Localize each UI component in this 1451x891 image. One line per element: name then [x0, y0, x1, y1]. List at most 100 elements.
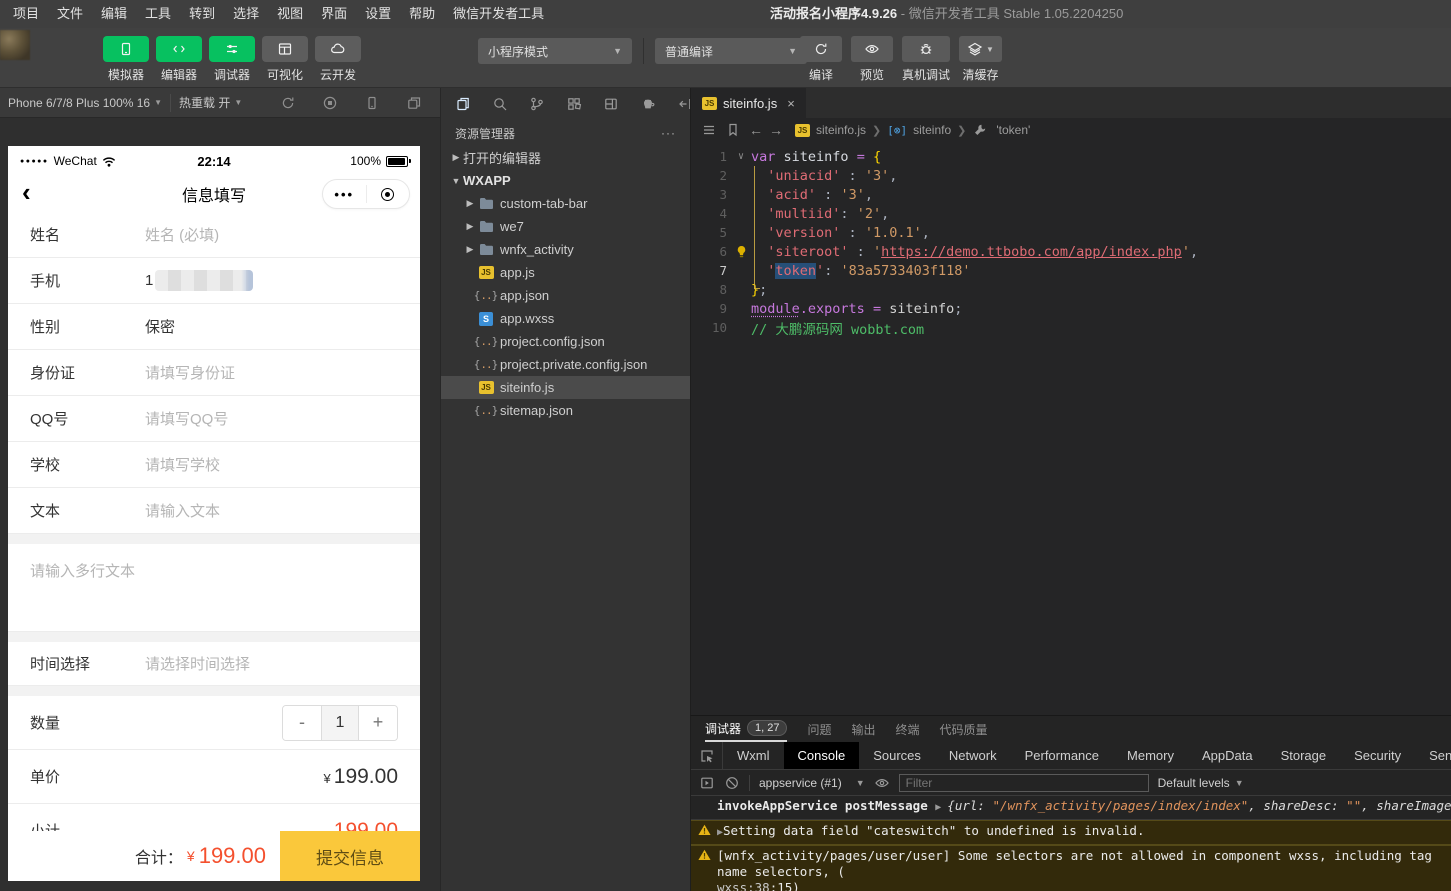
- breadcrumb-symbol[interactable]: siteinfo: [913, 123, 951, 137]
- project-root-node[interactable]: ▼ WXAPP: [441, 169, 690, 192]
- code-line-9[interactable]: 9module.exports = siteinfo;: [691, 299, 1451, 318]
- devtools-tab-appdata[interactable]: AppData: [1188, 742, 1267, 769]
- tree-item-project.private.config.json[interactable]: {..}project.private.config.json: [441, 353, 690, 376]
- menu-item-9[interactable]: 帮助: [400, 0, 444, 28]
- tree-item-we7[interactable]: ▶we7: [441, 215, 690, 238]
- debug-tab-问题[interactable]: 问题: [807, 716, 831, 742]
- cloud-dev-button[interactable]: 云开发: [315, 36, 361, 83]
- more-actions-button[interactable]: ···: [661, 126, 676, 140]
- back-button[interactable]: ‹: [22, 176, 31, 208]
- form-row-性别[interactable]: 性别保密: [8, 304, 420, 350]
- mode-select[interactable]: 小程序模式 ▼: [478, 38, 632, 64]
- tree-item-app.js[interactable]: JSapp.js: [441, 261, 690, 284]
- remote-debug-button[interactable]: 真机调试: [902, 36, 950, 83]
- log-levels-select[interactable]: Default levels ▼: [1158, 776, 1244, 790]
- devtools-tab-memory[interactable]: Memory: [1113, 742, 1188, 769]
- context-select[interactable]: appservice (#1) ▼: [759, 776, 865, 790]
- clear-console-icon[interactable]: [724, 775, 740, 791]
- console-message-2[interactable]: [wnfx_activity/pages/user/user] Some sel…: [691, 845, 1451, 891]
- devtools-tab-console[interactable]: Console: [784, 742, 860, 769]
- search-icon[interactable]: [492, 96, 508, 112]
- files-icon[interactable]: [455, 96, 471, 112]
- lightbulb-icon[interactable]: [731, 245, 751, 258]
- outline-icon[interactable]: [701, 122, 717, 138]
- menu-item-4[interactable]: 转到: [180, 0, 224, 28]
- tree-item-custom-tab-bar[interactable]: ▶custom-tab-bar: [441, 192, 690, 215]
- multiline-textarea[interactable]: 请输入多行文本: [8, 544, 420, 632]
- code-line-4[interactable]: 4 'multiid': '2',: [691, 204, 1451, 223]
- time-picker-row[interactable]: 时间选择 请选择时间选择: [8, 642, 420, 686]
- tree-item-siteinfo.js[interactable]: JSsiteinfo.js: [441, 376, 690, 399]
- devtools-tab-sources[interactable]: Sources: [859, 742, 935, 769]
- tree-item-app.json[interactable]: {..}app.json: [441, 284, 690, 307]
- inspect-element-icon[interactable]: [691, 742, 723, 769]
- devtools-tab-network[interactable]: Network: [935, 742, 1011, 769]
- menu-item-2[interactable]: 编辑: [92, 0, 136, 28]
- record-icon[interactable]: [322, 95, 338, 111]
- debug-tab-调试器[interactable]: 调试器1, 27: [705, 716, 787, 742]
- rotate-icon[interactable]: [280, 95, 296, 111]
- form-row-学校[interactable]: 学校请填写学校: [8, 442, 420, 488]
- tree-item-project.config.json[interactable]: {..}project.config.json: [441, 330, 690, 353]
- visualizer-button[interactable]: 可视化: [262, 36, 308, 83]
- show-sidebar-icon[interactable]: [699, 775, 715, 791]
- devtools-tab-wxml[interactable]: Wxml: [723, 742, 784, 769]
- console-message-0[interactable]: invokeAppService postMessage ▶ {url: "/w…: [691, 796, 1451, 820]
- menu-item-3[interactable]: 工具: [136, 0, 180, 28]
- float-window-icon[interactable]: [406, 95, 422, 111]
- debug-tab-代码质量[interactable]: 代码质量: [940, 716, 988, 742]
- tree-item-sitemap.json[interactable]: {..}sitemap.json: [441, 399, 690, 422]
- menu-item-1[interactable]: 文件: [48, 0, 92, 28]
- code-line-5[interactable]: 5 'version' : '1.0.1',: [691, 223, 1451, 242]
- debugger-button[interactable]: 调试器: [209, 36, 255, 83]
- extensions-icon[interactable]: [566, 96, 582, 112]
- back-arrow-icon[interactable]: ←: [749, 122, 763, 138]
- breadcrumb-file[interactable]: siteinfo.js: [816, 123, 866, 137]
- form-row-姓名[interactable]: 姓名姓名 (必填): [8, 212, 420, 258]
- form-row-身份证[interactable]: 身份证请填写身份证: [8, 350, 420, 396]
- tree-item-wnfx_activity[interactable]: ▶wnfx_activity: [441, 238, 690, 261]
- code-line-1[interactable]: 1∨var siteinfo = {: [691, 147, 1451, 166]
- code-line-2[interactable]: 2 'uniacid' : '3',: [691, 166, 1451, 185]
- bookmark-icon[interactable]: [725, 122, 741, 138]
- submit-button[interactable]: 提交信息: [280, 831, 420, 881]
- editor-layout-icon[interactable]: [603, 96, 619, 112]
- close-minipгogram-button[interactable]: [367, 188, 410, 201]
- code-line-7[interactable]: 7 'token': '83a5733403f118': [691, 261, 1451, 280]
- preview-button[interactable]: 预览: [851, 36, 893, 83]
- filter-input[interactable]: [899, 774, 1149, 792]
- devtools-tab-sensor[interactable]: Sensor: [1415, 742, 1451, 769]
- more-menu-button[interactable]: •••: [323, 187, 366, 202]
- device-select[interactable]: Phone 6/7/8 Plus 100% 16 ▼: [0, 88, 170, 118]
- menu-item-8[interactable]: 设置: [356, 0, 400, 28]
- console-message-1[interactable]: ▶Setting data field "cateswitch" to unde…: [691, 820, 1451, 845]
- user-avatar[interactable]: [0, 30, 30, 60]
- compile-mode-select[interactable]: 普通编译 ▼: [655, 38, 807, 64]
- close-icon[interactable]: ×: [787, 96, 795, 111]
- plugin-icon[interactable]: [640, 96, 656, 112]
- breadcrumb-member[interactable]: 'token': [996, 123, 1030, 137]
- menu-item-7[interactable]: 界面: [312, 0, 356, 28]
- debug-tab-输出[interactable]: 输出: [852, 716, 876, 742]
- forward-arrow-icon[interactable]: →: [769, 122, 783, 138]
- menu-item-6[interactable]: 视图: [268, 0, 312, 28]
- code-line-10[interactable]: 10// 大鹏源码网 wobbt.com: [691, 318, 1451, 337]
- code-line-3[interactable]: 3 'acid' : '3',: [691, 185, 1451, 204]
- code-area[interactable]: 1∨var siteinfo = {2 'uniacid' : '3',3 'a…: [691, 142, 1451, 337]
- code-line-6[interactable]: 6 'siteroot' : 'https://demo.ttbobo.com/…: [691, 242, 1451, 261]
- devtools-tab-storage[interactable]: Storage: [1267, 742, 1341, 769]
- compile-button[interactable]: 编译: [800, 36, 842, 83]
- source-control-icon[interactable]: [529, 96, 545, 112]
- device-icon[interactable]: [364, 95, 380, 111]
- hot-reload-toggle[interactable]: 热重载 开 ▼: [171, 88, 250, 118]
- form-row-手机[interactable]: 手机1: [8, 258, 420, 304]
- live-expression-icon[interactable]: [874, 775, 890, 791]
- debug-tab-终端[interactable]: 终端: [896, 716, 920, 742]
- code-line-8[interactable]: 8};: [691, 280, 1451, 299]
- menu-item-0[interactable]: 项目: [4, 0, 48, 28]
- tree-item-app.wxss[interactable]: Sapp.wxss: [441, 307, 690, 330]
- stepper-plus-button[interactable]: +: [359, 706, 397, 740]
- stepper-minus-button[interactable]: -: [283, 706, 321, 740]
- devtools-tab-security[interactable]: Security: [1340, 742, 1415, 769]
- editor-tab-siteinfo[interactable]: JS siteinfo.js ×: [691, 88, 806, 118]
